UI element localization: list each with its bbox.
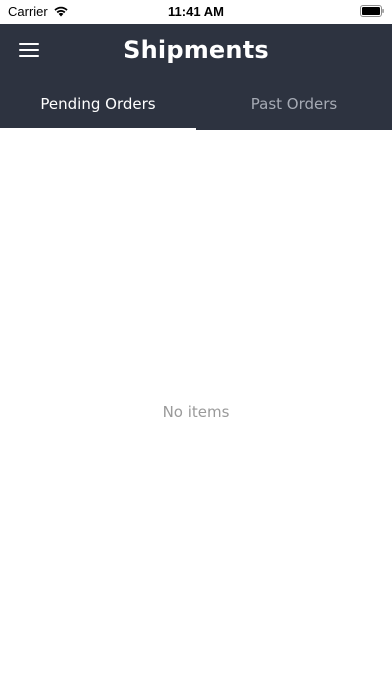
tab-pending-orders[interactable]: Pending Orders <box>0 82 196 130</box>
tab-past-orders[interactable]: Past Orders <box>196 82 392 130</box>
tab-bar: Pending Orders Past Orders <box>0 82 392 130</box>
page-title: Shipments <box>123 36 269 64</box>
status-bar: Carrier 11:41 AM <box>0 0 392 24</box>
orders-list: No items <box>0 130 392 696</box>
clock-time: 11:41 AM <box>168 4 224 19</box>
tab-label: Pending Orders <box>40 95 156 113</box>
battery-icon <box>360 5 384 17</box>
tab-label: Past Orders <box>250 95 338 113</box>
app-header: Shipments Pending Orders Past Orders <box>0 24 392 130</box>
empty-state-message: No items <box>162 403 230 421</box>
